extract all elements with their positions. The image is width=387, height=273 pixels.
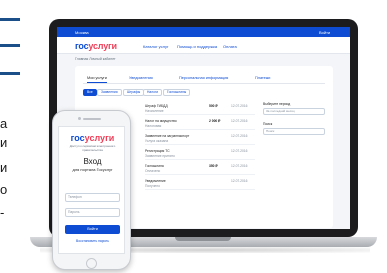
- item-title: Регистрация ТС: [145, 149, 170, 153]
- item-status: Налоговая: [145, 124, 162, 128]
- chip-fines[interactable]: Штрафы: [123, 89, 145, 96]
- side-char: о: [0, 182, 8, 197]
- item-amount: 2 000 ₽: [209, 119, 221, 123]
- list-item[interactable]: Заявление на загранпаспорт Услуга оказан…: [145, 132, 255, 145]
- item-amount: 500 ₽: [209, 104, 218, 108]
- item-status: Заявление принято: [145, 154, 175, 158]
- logo-part-2: услуги: [84, 133, 115, 143]
- item-date: 12.07.2016: [231, 104, 248, 108]
- item-status: Начисление: [145, 109, 164, 113]
- restore-password-link[interactable]: Восстановить пароль: [59, 239, 126, 243]
- side-article-fragment: а и и о -: [0, 0, 26, 273]
- filter-title: Выберите период: [263, 102, 291, 106]
- tab-services[interactable]: Мои услуги: [87, 76, 107, 83]
- chip-applications[interactable]: Заявления: [97, 89, 122, 96]
- nav-help[interactable]: Помощь и поддержка: [177, 44, 217, 49]
- password-field[interactable]: Пароль: [65, 208, 120, 217]
- list-item[interactable]: Штраф ГИБДД Начисление 500 ₽ 12.07.2016: [145, 102, 255, 115]
- tab-bar: Мои услуги Уведомления Персональная инфо…: [83, 74, 325, 84]
- nav-payment[interactable]: Оплата: [223, 44, 237, 49]
- item-title: Налог на имущество: [145, 119, 177, 123]
- search-label: Поиск: [263, 122, 273, 126]
- item-status: Получено: [145, 184, 160, 188]
- item-date: 12.07.2016: [231, 119, 248, 123]
- item-date: 12.07.2016: [231, 179, 248, 183]
- list-item[interactable]: Налог на имущество Налоговая 2 000 ₽ 12.…: [145, 117, 255, 130]
- divider: [0, 72, 20, 75]
- list-item[interactable]: Госпошлина Оплачено 350 ₽ 12.07.2016: [145, 162, 255, 175]
- laptop-notch: [175, 237, 231, 241]
- gosuslugi-logo[interactable]: госуслуги: [75, 41, 117, 51]
- item-amount: 350 ₽: [209, 164, 218, 168]
- tab-payments[interactable]: Платежи: [255, 76, 270, 80]
- item-date: 12.07.2016: [231, 149, 248, 153]
- item-status: Оплачено: [145, 169, 161, 173]
- item-title: Заявление на загранпаспорт: [145, 134, 190, 138]
- region-label[interactable]: Москва: [75, 30, 89, 35]
- search-input[interactable]: Поиск: [263, 128, 325, 135]
- item-date: 12.07.2016: [231, 134, 248, 138]
- divider: [0, 44, 20, 47]
- side-char: а: [0, 116, 8, 131]
- login-note: для портала Госуслуг: [72, 167, 113, 172]
- tab-notifications[interactable]: Уведомления: [129, 76, 153, 80]
- item-title: Уведомление: [145, 179, 166, 183]
- top-bar: Москва Войти: [57, 27, 350, 37]
- list-item[interactable]: Регистрация ТС Заявление принято 12.07.2…: [145, 147, 255, 160]
- side-char: и: [0, 135, 8, 150]
- chip-all[interactable]: Все: [83, 89, 97, 96]
- chip-fees[interactable]: Госпошлины: [163, 89, 191, 96]
- item-date: 12.07.2016: [231, 164, 248, 168]
- phone-screen: госуслуги Доступ к сервисам электронного…: [58, 126, 125, 254]
- promo-image: а и и о - Москва Войти госуслуги Каталог…: [0, 0, 387, 273]
- login-link[interactable]: Войти: [319, 30, 330, 35]
- item-title: Штраф ГИБДД: [145, 104, 168, 108]
- list-item[interactable]: Уведомление Получено 12.07.2016: [145, 177, 255, 190]
- item-title: Госпошлина: [145, 164, 164, 168]
- breadcrumb[interactable]: Главная Личный кабинет: [75, 57, 116, 61]
- login-title: Вход: [83, 157, 102, 166]
- speaker-icon: [83, 118, 101, 120]
- login-subtitle: Доступ к сервисам электронного правитель…: [69, 144, 116, 152]
- site-header: госуслуги Каталог услуг Помощь и поддерж…: [57, 37, 350, 54]
- chip-taxes[interactable]: Налоги: [143, 89, 163, 96]
- logo-part-1: гос: [70, 133, 85, 143]
- filter-panel: Выберите период За последний месяц Поиск…: [263, 102, 327, 166]
- logo-part-1: гос: [75, 41, 89, 51]
- home-button-icon: [86, 258, 97, 269]
- phone-field[interactable]: Телефон: [65, 193, 120, 202]
- period-select[interactable]: За последний месяц: [263, 108, 325, 115]
- divider: [0, 18, 20, 21]
- item-status: Услуга оказана: [145, 139, 169, 143]
- smartphone: госуслуги Доступ к сервисам электронного…: [52, 110, 131, 270]
- login-button[interactable]: Войти: [65, 225, 120, 234]
- gosuslugi-logo: госуслуги: [59, 133, 126, 143]
- side-char: и: [0, 160, 8, 175]
- camera-icon: [78, 117, 81, 120]
- side-char: -: [0, 205, 5, 220]
- tab-personal-info[interactable]: Персональная информация: [179, 76, 228, 80]
- logo-part-2: услуги: [88, 41, 117, 51]
- nav-catalog[interactable]: Каталог услуг: [143, 44, 168, 49]
